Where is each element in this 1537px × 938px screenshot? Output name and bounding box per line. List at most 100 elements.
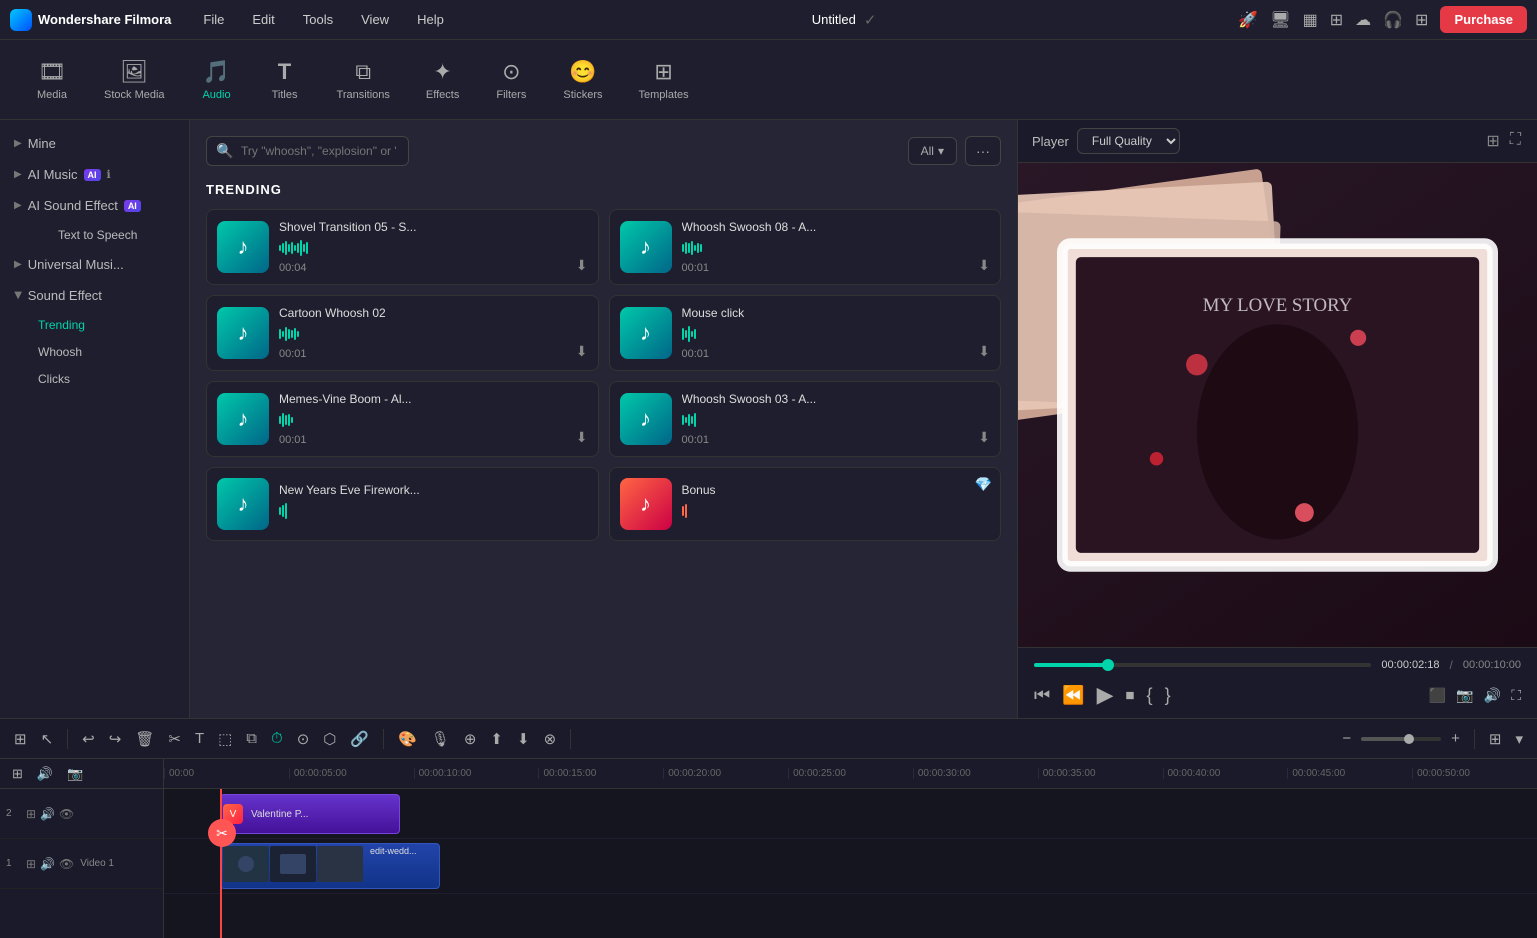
rocket-icon[interactable]: 🚀: [1238, 10, 1258, 30]
cut-button[interactable]: ✂: [164, 726, 185, 752]
export-icon[interactable]: ⬆: [486, 726, 507, 752]
mark-out-icon[interactable]: }: [1165, 685, 1171, 706]
sidebar-sub-trending[interactable]: Trending: [8, 312, 181, 338]
audio-card-4[interactable]: ♪ Mouse click 00:01 ⬇: [609, 295, 1002, 371]
download-button-5[interactable]: ⬇: [576, 429, 588, 446]
sidebar-sub-whoosh[interactable]: Whoosh: [8, 339, 181, 365]
menu-file[interactable]: File: [197, 8, 230, 31]
filter-button[interactable]: All ▾: [908, 137, 957, 165]
sidebar-item-ai-sound-effect[interactable]: ▶ AI Sound Effect AI: [0, 190, 189, 221]
play-button[interactable]: ▶: [1097, 682, 1114, 708]
add-track-row-icon[interactable]: ⊞: [8, 762, 27, 786]
tracks-area: ✂ V Valentine P...: [164, 789, 1537, 938]
bg-remove-icon[interactable]: ⊗: [540, 726, 561, 752]
sidebar-item-universal-music[interactable]: ▶ Universal Musi...: [0, 249, 189, 280]
tab-audio[interactable]: 🎵 Audio: [185, 51, 249, 109]
zoom-in-button[interactable]: +: [1447, 726, 1464, 751]
menu-view[interactable]: View: [355, 8, 395, 31]
tab-titles[interactable]: T Titles: [253, 51, 317, 109]
purchase-button[interactable]: Purchase: [1440, 6, 1527, 33]
text-tool-icon[interactable]: T: [191, 726, 208, 751]
track-lock-icon-1[interactable]: 🔊: [40, 857, 55, 871]
menu-help[interactable]: Help: [411, 8, 450, 31]
color-grade-icon[interactable]: 🎨: [394, 726, 421, 752]
ai-denoiser-icon[interactable]: 🎙: [427, 726, 454, 752]
fullscreen-btn-icon[interactable]: ⛶: [1511, 687, 1521, 704]
select-tool-icon[interactable]: ↖: [37, 726, 58, 752]
effect2-icon[interactable]: ⊕: [460, 726, 481, 752]
tab-media[interactable]: 🎞 Media: [20, 51, 84, 109]
crop-icon[interactable]: ⬚: [214, 726, 236, 752]
download-button-1[interactable]: ⬇: [576, 257, 588, 274]
track-eye-icon-1[interactable]: 👁: [59, 857, 74, 871]
import-icon[interactable]: ⬇: [513, 726, 534, 752]
more-button[interactable]: ···: [965, 136, 1001, 166]
delete-button[interactable]: 🗑: [131, 726, 158, 752]
audio-card-3[interactable]: ♪ Cartoon Whoosh 02 00:01 ⬇: [206, 295, 599, 371]
sidebar-item-sound-effect[interactable]: ▶ Sound Effect: [0, 280, 189, 311]
track-add-icon-1[interactable]: ⊞: [26, 857, 36, 871]
tab-stickers[interactable]: 😊 Stickers: [547, 51, 618, 109]
more-options-button[interactable]: ▾: [1511, 726, 1527, 752]
apps-icon[interactable]: ⊞: [1415, 10, 1428, 30]
merge-icon[interactable]: ⧉: [242, 726, 261, 751]
layout-button[interactable]: ⊞: [1485, 726, 1506, 752]
grid-view-icon[interactable]: ⊞: [1484, 129, 1501, 153]
link-icon[interactable]: 🔗: [346, 726, 373, 752]
tab-stock-media[interactable]: 🖼 Stock Media: [88, 51, 181, 109]
stop-button[interactable]: ⏹: [1126, 685, 1135, 706]
tab-transitions[interactable]: ⧉ Transitions: [321, 51, 406, 109]
speed-icon[interactable]: ⏱: [267, 726, 287, 751]
audio-card-6[interactable]: ♪ Whoosh Swoosh 03 - A... 00:01 ⬇: [609, 381, 1002, 457]
audio-card-2[interactable]: ♪ Whoosh Swoosh 08 - A... 00:01 ⬇: [609, 209, 1002, 285]
download-button-4[interactable]: ⬇: [978, 343, 990, 360]
sidebar-item-mine[interactable]: ▶ Mine: [0, 128, 189, 159]
menu-tools[interactable]: Tools: [297, 8, 339, 31]
grid-icon[interactable]: ⊞: [1330, 10, 1343, 30]
clip-valentine[interactable]: V Valentine P...: [220, 794, 400, 834]
fullscreen-icon[interactable]: ⛶: [1508, 129, 1523, 153]
audio-card-1[interactable]: ♪ Shovel Transition 05 - S... 00:04 ⬇: [206, 209, 599, 285]
timer-icon[interactable]: ⊙: [293, 726, 314, 752]
sidebar-sub-clicks[interactable]: Clicks: [8, 366, 181, 392]
clip-edit1[interactable]: edit-wedd...: [220, 843, 440, 889]
undo-button[interactable]: ↩: [78, 726, 99, 752]
track-add-icon-2[interactable]: ⊞: [26, 807, 36, 821]
track-eye-icon-2[interactable]: 👁: [59, 807, 74, 821]
export-frame-icon[interactable]: ⬛: [1429, 687, 1446, 704]
sidebar-item-text-to-speech[interactable]: Text to Speech: [8, 222, 181, 248]
download-button-3[interactable]: ⬇: [576, 343, 588, 360]
audio-card-8[interactable]: ♪ Bonus 💎: [609, 467, 1002, 541]
monitor-icon[interactable]: 🖥: [1270, 10, 1290, 30]
sidebar-item-ai-music[interactable]: ▶ AI Music AI ℹ: [0, 159, 189, 190]
headphone-icon[interactable]: 🎧: [1383, 10, 1403, 30]
tab-templates[interactable]: ⊞ Templates: [622, 51, 704, 109]
layout-icon[interactable]: ▦: [1303, 10, 1318, 30]
search-input[interactable]: [206, 136, 409, 166]
audio-card-7[interactable]: ♪ New Years Eve Firework...: [206, 467, 599, 541]
preview-video: MY LOVE STORY: [1018, 163, 1537, 647]
zoom-track[interactable]: [1361, 737, 1441, 741]
track-camera-icon[interactable]: 📷: [63, 762, 87, 786]
audio-card-5[interactable]: ♪ Memes-Vine Boom - Al... 00:01 ⬇: [206, 381, 599, 457]
add-track-icon[interactable]: ⊞: [10, 726, 31, 752]
cloud-icon[interactable]: ☁: [1355, 10, 1371, 30]
redo-button[interactable]: ↪: [105, 726, 126, 752]
track-lock-icon-2[interactable]: 🔊: [40, 807, 55, 821]
tab-effects[interactable]: ✦ Effects: [410, 51, 475, 109]
track-mute-icon[interactable]: 🔊: [33, 762, 57, 786]
skip-back-button[interactable]: ⏮: [1034, 685, 1050, 706]
motion-icon[interactable]: ⬡: [319, 726, 340, 752]
tab-filters[interactable]: ⊙ Filters: [479, 51, 543, 109]
zoom-out-button[interactable]: −: [1338, 726, 1355, 751]
menu-edit[interactable]: Edit: [246, 8, 280, 31]
mark-in-icon[interactable]: {: [1147, 685, 1153, 706]
info-icon[interactable]: ℹ: [107, 168, 111, 181]
snapshot-icon[interactable]: 📷: [1456, 687, 1473, 704]
download-button-6[interactable]: ⬇: [978, 429, 990, 446]
frame-back-button[interactable]: ⏪: [1062, 685, 1084, 706]
download-button-2[interactable]: ⬇: [978, 257, 990, 274]
progress-track[interactable]: [1034, 663, 1371, 667]
volume-icon[interactable]: 🔊: [1484, 687, 1501, 704]
quality-select[interactable]: Full Quality 1/2 Quality 1/4 Quality: [1077, 128, 1180, 154]
